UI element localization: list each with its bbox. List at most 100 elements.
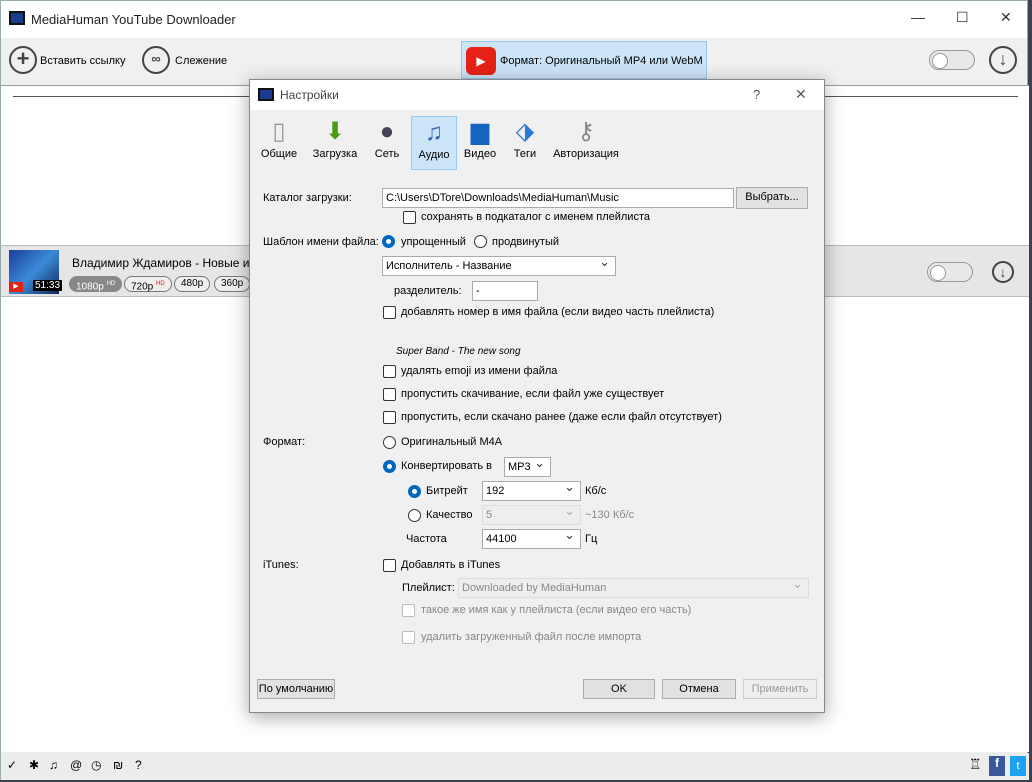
quality-select[interactable]: 5 [482,505,581,525]
template-label: Шаблон имени файла: [263,236,379,248]
skip-exists-checkbox[interactable] [383,388,396,401]
skip-exists-label: пропустить скачивание, если файл уже сущ… [401,388,665,400]
frequency-select[interactable]: 44100 [482,529,581,549]
duration: 51:33 [33,280,63,291]
itunes-label: iTunes: [263,559,299,571]
clock-icon[interactable]: ◷ [91,758,101,772]
quality-360p[interactable]: 360p [214,276,251,292]
add-itunes-checkbox[interactable] [383,559,396,572]
twitter-icon[interactable]: t [1010,756,1026,776]
tracking-label: Слежение [175,55,228,67]
delete-after-checkbox[interactable] [402,631,415,644]
bitrate-radio[interactable] [408,485,421,498]
download-all-button[interactable]: ↓ [989,46,1017,74]
gear-icon[interactable]: ✱ [29,758,39,772]
switch-icon: ▯ [272,118,286,145]
facebook-icon[interactable]: f [989,756,1005,776]
advanced-radio[interactable] [474,235,487,248]
tab-authorization[interactable]: ⚷ Авторизация [550,116,622,170]
tab-video[interactable]: ▆ Видео [457,116,503,170]
binoculars-icon: ∞ [142,46,170,74]
paste-link-label: Вставить ссылку [40,55,126,67]
frequency-unit: Гц [585,533,598,545]
plus-icon: + [9,46,37,74]
app-icon [9,11,25,25]
convert-radio[interactable] [383,460,396,473]
ok-button[interactable]: OK [583,679,655,699]
item-download-button[interactable]: ↓ [992,261,1014,283]
template-select[interactable]: Исполнитель - Название [382,256,616,276]
filename-example: Super Band - The new song [396,346,521,357]
close-button[interactable]: ✕ [1000,9,1012,26]
toolbar: + Вставить ссылку ∞ Слежение ▶ Формат: О… [1,38,1027,85]
robot-icon[interactable]: ♖ [969,756,982,773]
playlist-select[interactable]: Downloaded by MediaHuman [458,578,809,598]
quality-radio[interactable] [408,509,421,522]
skip-downloaded-checkbox[interactable] [383,411,396,424]
same-name-label: такое же имя как у плейлиста (если видео… [421,604,692,616]
convert-label: Конвертировать в [401,460,492,472]
delete-after-label: удалить загруженный файл после импорта [421,631,642,643]
help-icon[interactable]: ? [135,758,142,772]
cancel-button[interactable]: Отмена [662,679,736,699]
tab-network[interactable]: ● Сеть [364,116,410,170]
auto-download-toggle[interactable] [929,50,975,70]
close-button[interactable]: ✕ [795,86,807,103]
youtube-icon: ▶ [9,282,23,292]
tab-general[interactable]: ▯ Общие [256,116,302,170]
tracking-button[interactable]: ∞ Слежение [142,46,237,76]
apply-button[interactable]: Применить [743,679,817,699]
quality-480p[interactable]: 480p [174,276,211,292]
paste-link-button[interactable]: + Вставить ссылку [9,46,134,76]
add-itunes-label: Добавлять в iTunes [401,559,501,571]
snail-icon[interactable]: @ [70,758,82,772]
original-radio[interactable] [383,436,396,449]
simple-radio[interactable] [382,235,395,248]
tag-icon: ⬗ [515,118,535,145]
music-icon[interactable]: ♫ [49,758,58,772]
item-toggle[interactable] [927,262,973,282]
advanced-label: продвинутый [492,236,560,248]
video-thumbnail: ▶ 51:33 [9,250,63,294]
original-label: Оригинальный M4A [401,436,503,448]
convert-format-select[interactable]: MP3 [504,457,551,477]
keys-icon: ⚷ [577,118,595,145]
defaults-button[interactable]: По умолчанию [257,679,335,699]
simple-label: упрощенный [401,236,466,248]
dialog-title-bar: Настройки ? ✕ [250,80,824,110]
separator-input[interactable]: - [472,281,538,301]
help-button[interactable]: ? [753,87,760,102]
settings-dialog: Настройки ? ✕ ▯ Общие ⬇ Загрузка ● Сеть ♫ Ау… [249,79,825,713]
minimize-button[interactable]: — [911,9,925,25]
globe-icon: ● [379,118,395,145]
quality-1080p[interactable]: 1080p HD [69,276,123,292]
film-icon: ▆ [470,118,490,145]
app-icon [258,88,274,101]
same-name-checkbox[interactable] [402,604,415,617]
quality-label: Качество [426,509,473,521]
bitrate-select[interactable]: 192 [482,481,581,501]
browse-button[interactable]: Выбрать... [736,187,808,209]
item-title: Владимир Ждамиров - Новые и Луч [72,256,274,270]
add-number-checkbox[interactable] [383,306,396,319]
remove-emoji-checkbox[interactable] [383,365,396,378]
maximize-button[interactable]: ☐ [956,9,969,26]
binoculars-icon[interactable]: ₪ [113,758,123,772]
add-number-label: добавлять номер в имя файла (если видео … [401,306,715,318]
separator-label: разделитель: [394,285,462,297]
arrow-down-icon: ⬇ [324,118,346,145]
download-dir-label: Каталог загрузки: [263,192,352,204]
subfolder-checkbox[interactable] [403,211,416,224]
remove-emoji-label: удалять emoji из имени файла [401,365,558,377]
tab-download[interactable]: ⬇ Загрузка [310,116,360,170]
skip-downloaded-label: пропустить, если скачано ранее (даже есл… [401,411,722,423]
title-bar: MediaHuman YouTube Downloader — ☐ ✕ [1,1,1027,38]
cleanup-icon[interactable]: ✓ [7,758,17,772]
download-dir-input[interactable]: C:\Users\DTore\Downloads\MediaHuman\Musi… [382,188,734,208]
format-button[interactable]: ▶ Формат: Оригинальный MP4 или WebM [461,41,707,79]
dialog-title: Настройки [280,88,339,102]
quality-720p[interactable]: 720p HD [124,276,172,292]
subfolder-label: сохранять в подкаталог с именем плейлист… [421,211,650,223]
tab-tags[interactable]: ⬗ Теги [502,116,548,170]
tab-audio[interactable]: ♫ Аудио [411,116,457,170]
